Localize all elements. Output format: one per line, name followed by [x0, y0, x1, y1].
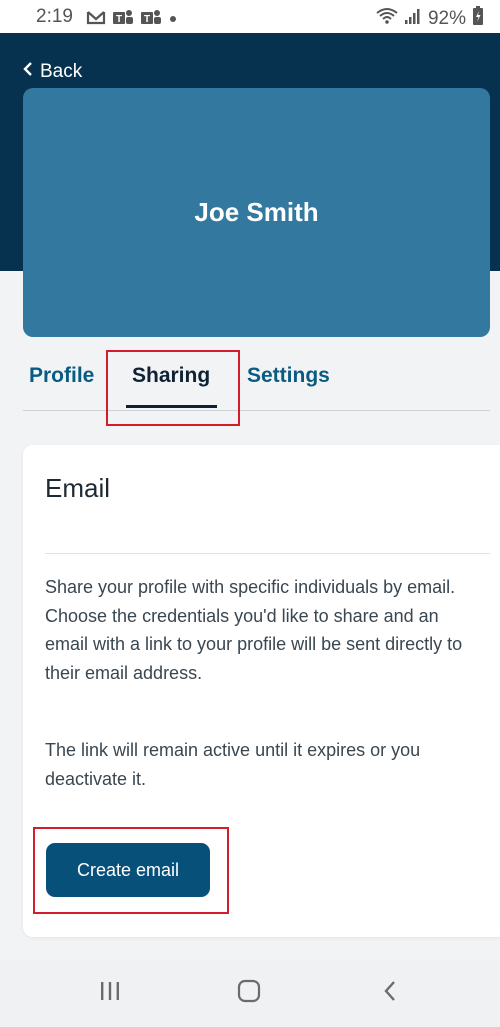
svg-text:T: T: [116, 14, 122, 25]
tab-settings[interactable]: Settings: [247, 364, 330, 388]
tab-bar: Profile Sharing Settings: [23, 352, 490, 411]
tab-profile[interactable]: Profile: [29, 364, 94, 388]
wifi-icon: [376, 7, 398, 30]
profile-card: Joe Smith: [23, 88, 490, 337]
teams-icon: T: [112, 8, 134, 31]
back-label: Back: [40, 61, 83, 82]
svg-text:T: T: [144, 14, 150, 25]
status-time: 2:19: [36, 6, 73, 27]
back-icon: [382, 979, 398, 1008]
teams-icon: T: [140, 8, 162, 31]
recents-icon: [98, 980, 122, 1007]
dot-icon: [168, 11, 178, 29]
nav-back-button[interactable]: [370, 978, 410, 1008]
sharing-highlight-box: [106, 350, 240, 426]
system-icons: 92%: [376, 6, 484, 31]
home-icon: [236, 978, 262, 1009]
recents-button[interactable]: [90, 978, 130, 1008]
chevron-left-icon: [22, 61, 34, 83]
email-description: Share your profile with specific individ…: [45, 577, 463, 683]
divider: [45, 553, 490, 554]
battery-icon: [472, 6, 484, 31]
system-nav-bar: [0, 960, 500, 1027]
email-section-title: Email: [45, 473, 111, 503]
profile-name: Joe Smith: [194, 197, 319, 227]
battery-percent: 92%: [427, 7, 466, 29]
home-button[interactable]: [229, 978, 269, 1008]
back-button[interactable]: Back: [22, 61, 82, 83]
signal-icon: [404, 7, 422, 30]
email-note: The link will remain active until it exp…: [45, 740, 421, 789]
create-email-highlight-box: [33, 827, 229, 914]
notification-icons: T T: [86, 8, 178, 31]
gmail-icon: [86, 9, 106, 30]
status-bar: 2:19 T T 92%: [0, 0, 500, 33]
